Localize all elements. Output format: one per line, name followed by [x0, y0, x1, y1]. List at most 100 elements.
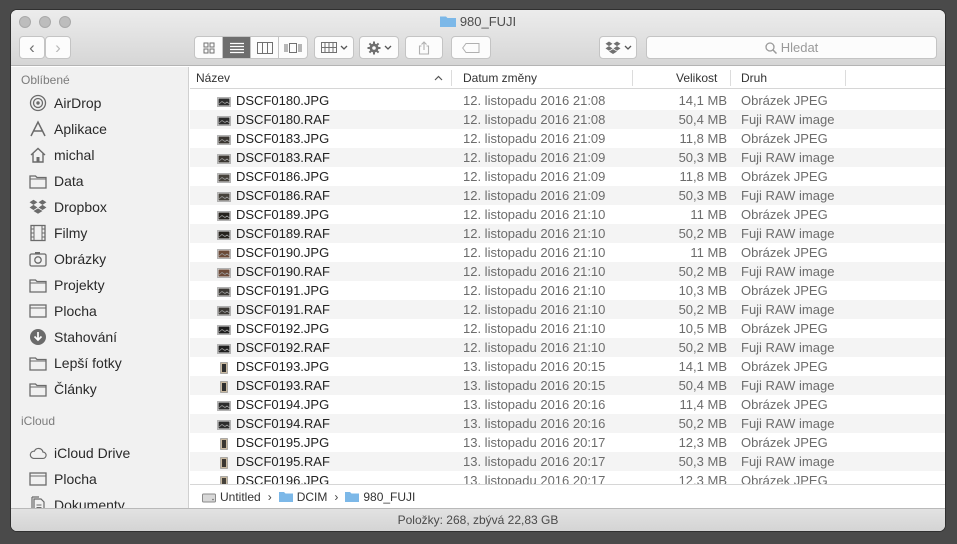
coverflow-view-button[interactable]	[279, 37, 307, 58]
sidebar-item-lepsi-fotky[interactable]: Lepší fotky	[29, 352, 122, 374]
table-row[interactable]: DSCF0186.JPG 12. listopadu 2016 21:09 11,8…	[190, 167, 945, 186]
table-row[interactable]: DSCF0192.RAF 12. listopadu 2016 21:10 50,2…	[190, 338, 945, 357]
file-date: 13. listopadu 2016 20:15	[463, 359, 606, 374]
column-header-name[interactable]: Název	[196, 67, 446, 89]
file-name: DSCF0189.RAF	[236, 226, 330, 241]
dropbox-icon	[605, 41, 620, 54]
sidebar-item-label: AirDrop	[54, 95, 102, 111]
file-size: 12,3 MB	[678, 435, 727, 450]
sidebar-item-projekty[interactable]: Projekty	[29, 274, 105, 296]
sidebar-section-icloud: iCloud	[21, 414, 56, 428]
file-kind: Fuji RAW image	[741, 454, 835, 469]
back-button[interactable]: ‹	[19, 36, 45, 59]
path-item-current[interactable]: 980_FUJI	[345, 490, 415, 504]
sidebar-item-data[interactable]: Data	[29, 170, 84, 192]
dropbox-button[interactable]	[599, 36, 637, 59]
sidebar-item-dropbox[interactable]: Dropbox	[29, 196, 107, 218]
file-kind: Obrázek JPEG	[741, 321, 828, 336]
table-row[interactable]: DSCF0193.JPG 13. listopadu 2016 20:15 14,1…	[190, 357, 945, 376]
folder-icon	[345, 492, 360, 502]
file-kind: Obrázek JPEG	[741, 435, 828, 450]
home-icon	[29, 146, 47, 164]
arrange-button[interactable]	[314, 36, 354, 59]
file-kind: Fuji RAW image	[741, 302, 835, 317]
table-row[interactable]: DSCF0192.JPG 12. listopadu 2016 21:10 10,5…	[190, 319, 945, 338]
image-thumbnail-icon	[217, 132, 231, 145]
table-row[interactable]: DSCF0194.RAF 13. listopadu 2016 20:16 50,2…	[190, 414, 945, 433]
file-date: 12. listopadu 2016 21:09	[463, 188, 606, 203]
sidebar-item-airdrop[interactable]: AirDrop	[29, 92, 101, 114]
table-row[interactable]: DSCF0191.JPG 12. listopadu 2016 21:10 10,3…	[190, 281, 945, 300]
file-date: 13. listopadu 2016 20:15	[463, 378, 606, 393]
icon-view-button[interactable]	[195, 37, 223, 58]
file-name: DSCF0192.RAF	[236, 340, 330, 355]
file-kind: Fuji RAW image	[741, 112, 835, 127]
table-row[interactable]: DSCF0196.JPG 13. listopadu 2016 20:17 12,3…	[190, 471, 945, 484]
view-mode-selector	[194, 36, 308, 59]
table-row[interactable]: DSCF0186.RAF 12. listopadu 2016 21:09 50,3…	[190, 186, 945, 205]
sidebar-item-label: Dropbox	[54, 199, 107, 215]
file-date: 12. listopadu 2016 21:09	[463, 150, 606, 165]
column-header-size[interactable]: Velikost	[676, 67, 717, 89]
table-row[interactable]: DSCF0189.JPG 12. listopadu 2016 21:10 11 M…	[190, 205, 945, 224]
image-thumbnail-icon	[217, 284, 231, 297]
sidebar-item-filmy[interactable]: Filmy	[29, 222, 87, 244]
table-row[interactable]: DSCF0183.JPG 12. listopadu 2016 21:09 11,8…	[190, 129, 945, 148]
file-size: 11 MB	[690, 245, 727, 260]
file-kind: Obrázek JPEG	[741, 397, 828, 412]
arrange-icon	[320, 42, 337, 53]
forward-button[interactable]: ›	[45, 36, 71, 59]
file-size: 10,5 MB	[678, 321, 727, 336]
table-row[interactable]: DSCF0190.JPG 12. listopadu 2016 21:10 11 M…	[190, 243, 945, 262]
file-name: DSCF0191.RAF	[236, 302, 330, 317]
table-row[interactable]: DSCF0194.JPG 13. listopadu 2016 20:16 11,4…	[190, 395, 945, 414]
search-input[interactable]: Hledat	[646, 36, 937, 59]
file-size: 14,1 MB	[678, 359, 727, 374]
file-size: 50,2 MB	[678, 340, 727, 355]
table-row[interactable]: DSCF0183.RAF 12. listopadu 2016 21:09 50,3…	[190, 148, 945, 167]
sidebar-item-icloud-drive[interactable]: iCloud Drive	[29, 442, 130, 464]
table-row[interactable]: DSCF0195.JPG 13. listopadu 2016 20:17 12,3…	[190, 433, 945, 452]
column-header-kind[interactable]: Druh	[741, 67, 767, 89]
file-size: 10,3 MB	[678, 283, 727, 298]
table-row[interactable]: DSCF0180.RAF 12. listopadu 2016 21:08 50,4…	[190, 110, 945, 129]
path-item-volume[interactable]: Untitled	[202, 490, 261, 504]
tags-button[interactable]	[451, 36, 491, 59]
table-row[interactable]: DSCF0180.JPG 12. listopadu 2016 21:08 14,1…	[190, 91, 945, 110]
file-date: 12. listopadu 2016 21:10	[463, 226, 606, 241]
sidebar-item-label: Stahování	[54, 329, 118, 345]
sidebar-item-plocha[interactable]: Plocha	[29, 468, 97, 490]
table-row[interactable]: DSCF0193.RAF 13. listopadu 2016 20:15 50,4…	[190, 376, 945, 395]
column-view-button[interactable]	[251, 37, 279, 58]
toolbar: 980_FUJI ‹ › Hledat	[11, 10, 945, 66]
file-name: DSCF0190.RAF	[236, 264, 330, 279]
share-button[interactable]	[405, 36, 443, 59]
file-list: Název Datum změny Velikost Druh DSCF0180…	[190, 67, 945, 484]
table-row[interactable]: DSCF0195.RAF 13. listopadu 2016 20:17 50,3…	[190, 452, 945, 471]
sidebar-item-obrazky[interactable]: Obrázky	[29, 248, 106, 270]
file-size: 50,3 MB	[678, 188, 727, 203]
list-view-button[interactable]	[223, 37, 251, 58]
window-title: 980_FUJI	[11, 14, 945, 29]
file-kind: Fuji RAW image	[741, 150, 835, 165]
table-row[interactable]: DSCF0191.RAF 12. listopadu 2016 21:10 50,2…	[190, 300, 945, 319]
finder-window: 980_FUJI ‹ › Hledat Oblíbené AirDrop Apl…	[11, 10, 945, 531]
image-thumbnail-icon	[217, 303, 231, 316]
sidebar-item-stahovani[interactable]: Stahování	[29, 326, 117, 348]
sidebar-item-aplikace[interactable]: Aplikace	[29, 118, 107, 140]
sidebar-item-label: Plocha	[54, 303, 97, 319]
file-name: DSCF0192.JPG	[236, 321, 330, 336]
file-kind: Obrázek JPEG	[741, 207, 828, 222]
table-row[interactable]: DSCF0190.RAF 12. listopadu 2016 21:10 50,2…	[190, 262, 945, 281]
file-date: 13. listopadu 2016 20:16	[463, 416, 606, 431]
chevron-down-icon	[340, 45, 347, 50]
list-icon	[229, 42, 244, 53]
table-row[interactable]: DSCF0189.RAF 12. listopadu 2016 21:10 50,2…	[190, 224, 945, 243]
column-header-date[interactable]: Datum změny	[463, 67, 537, 89]
sidebar-item-clanky[interactable]: Články	[29, 378, 97, 400]
path-item-dcim[interactable]: DCIM	[278, 490, 327, 504]
file-name: DSCF0195.RAF	[236, 454, 330, 469]
sidebar-item-plocha[interactable]: Plocha	[29, 300, 97, 322]
action-button[interactable]	[359, 36, 399, 59]
sidebar-item-michal[interactable]: michal	[29, 144, 94, 166]
